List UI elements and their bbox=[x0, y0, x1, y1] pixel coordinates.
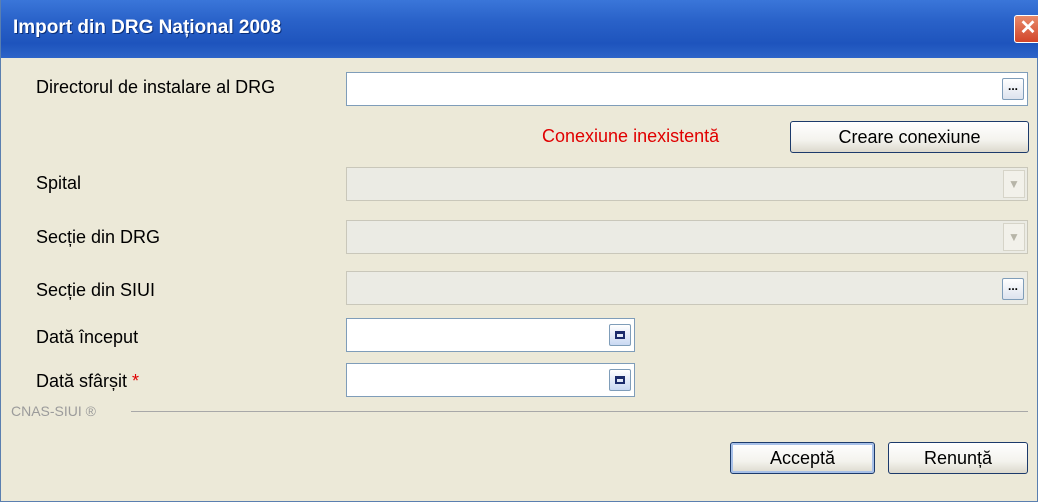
close-button[interactable]: ✕ bbox=[1014, 15, 1038, 43]
data-sfarsit-input[interactable] bbox=[346, 363, 635, 397]
sectie-drg-label: Secție din DRG bbox=[36, 227, 161, 247]
create-connection-button[interactable]: Creare conexiune bbox=[790, 121, 1029, 153]
sectie-drg-select[interactable]: ▼ bbox=[346, 220, 1028, 254]
chevron-down-icon: ▼ bbox=[1003, 223, 1025, 251]
window-title: Import din DRG Național 2008 bbox=[13, 17, 282, 38]
required-marker: * bbox=[132, 371, 140, 391]
browse-install-dir-button[interactable]: ... bbox=[1002, 78, 1024, 100]
brand-footer: CNAS-SIUI ® bbox=[11, 403, 96, 419]
calendar-icon[interactable] bbox=[609, 324, 631, 346]
data-sfarsit-label: Dată sfârșit * bbox=[36, 371, 140, 391]
install-dir-input[interactable]: ... bbox=[346, 72, 1028, 106]
cancel-button[interactable]: Renunță bbox=[888, 442, 1028, 474]
sectie-siui-input[interactable]: ... bbox=[346, 271, 1028, 305]
sectie-siui-label: Secție din SIUI bbox=[36, 280, 156, 300]
spital-select[interactable]: ▼ bbox=[346, 167, 1028, 201]
data-inceput-label: Dată început bbox=[36, 327, 139, 347]
chevron-down-icon: ▼ bbox=[1003, 170, 1025, 198]
title-bar[interactable]: Import din DRG Național 2008 ✕ bbox=[1, 0, 1038, 58]
data-inceput-input[interactable] bbox=[346, 318, 635, 352]
browse-sectie-siui-button[interactable]: ... bbox=[1002, 278, 1024, 300]
import-dialog: Import din DRG Național 2008 ✕ Directoru… bbox=[0, 0, 1038, 502]
install-dir-label: Directorul de instalare al DRG bbox=[36, 77, 276, 97]
connection-status-text: Conexiune inexistentă bbox=[542, 126, 720, 146]
separator bbox=[131, 411, 1028, 412]
accept-button[interactable]: Acceptă bbox=[730, 442, 875, 474]
spital-label: Spital bbox=[36, 173, 82, 193]
calendar-icon[interactable] bbox=[609, 369, 631, 391]
